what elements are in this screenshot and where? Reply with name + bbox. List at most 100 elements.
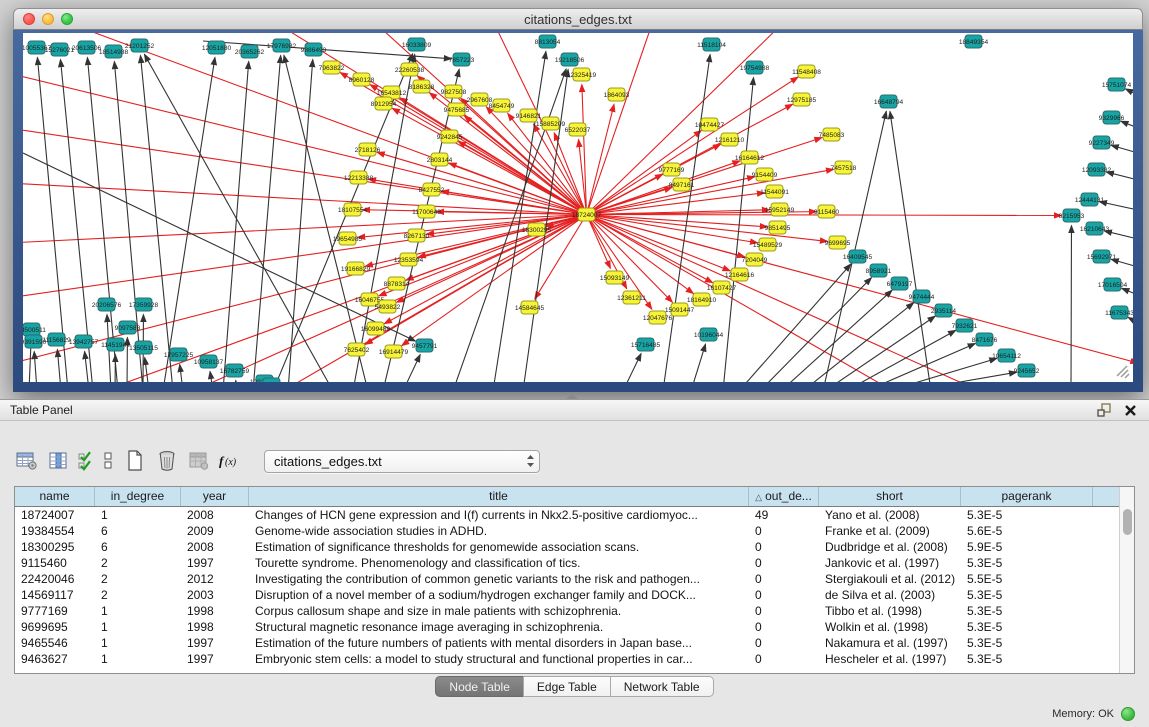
graph-node[interactable]: 7857223: [449, 53, 475, 66]
column-header-short[interactable]: short: [819, 487, 961, 506]
graph-node[interactable]: 12093382: [1082, 163, 1112, 176]
graph-node[interactable]: 16033809: [402, 38, 432, 51]
graph-node[interactable]: 16210643: [1080, 222, 1110, 235]
table-row[interactable]: 1938455462009Genome-wide association stu…: [15, 523, 1134, 539]
graph-node[interactable]: 9851495: [765, 221, 791, 234]
graph-node[interactable]: 2718126: [355, 143, 381, 156]
graph-node[interactable]: 19754988: [740, 61, 770, 74]
graph-node[interactable]: 12325419: [567, 68, 597, 81]
column-header-in_degree[interactable]: in_degree: [95, 487, 181, 506]
table-scrollbar-thumb[interactable]: [1123, 509, 1132, 535]
select-all-icon[interactable]: [78, 448, 94, 474]
column-header-name[interactable]: name: [15, 487, 95, 506]
column-header-out_degree[interactable]: △out_de...: [749, 487, 819, 506]
close-panel-icon[interactable]: [1121, 402, 1139, 418]
graph-node[interactable]: 15489529: [753, 238, 783, 251]
graph-node[interactable]: 15692971: [1087, 250, 1117, 263]
column-header-pagerank[interactable]: pagerank: [961, 487, 1093, 506]
graph-node[interactable]: 9115460: [814, 205, 840, 218]
graph-node[interactable]: 22260538: [395, 63, 425, 76]
graph-node[interactable]: 7485083: [819, 128, 845, 141]
float-panel-icon[interactable]: [1095, 402, 1113, 418]
graph-node[interactable]: 9474444: [909, 290, 935, 303]
graph-node[interactable]: 9699695: [825, 236, 851, 249]
graph-node[interactable]: 13505115: [129, 341, 158, 354]
table-row[interactable]: 977716911998Corpus callosum shape and si…: [15, 603, 1134, 619]
canvas-resize-grip[interactable]: [1117, 366, 1129, 378]
table-scrollbar[interactable]: [1119, 487, 1134, 673]
tab-node-table[interactable]: Node Table: [435, 676, 524, 697]
graph-node[interactable]: 12361211: [617, 291, 646, 304]
function-builder-icon[interactable]: f (x): [218, 448, 244, 474]
graph-node[interactable]: 20206576: [92, 298, 122, 311]
graph-node[interactable]: 9329966: [1099, 111, 1125, 124]
graph-node[interactable]: 8186328: [409, 80, 435, 93]
graph-node[interactable]: 14584645: [515, 301, 545, 314]
graph-node[interactable]: 8427552: [419, 183, 445, 196]
tab-edge-table[interactable]: Edge Table: [523, 676, 611, 697]
graph-node[interactable]: 9886493: [301, 43, 327, 56]
graph-node[interactable]: 10196044: [694, 328, 724, 341]
show-columns-icon[interactable]: [46, 448, 72, 474]
graph-node[interactable]: 9227349: [1089, 136, 1115, 149]
graph-node[interactable]: 16164612: [735, 151, 765, 164]
graph-node[interactable]: 16914479: [379, 345, 409, 358]
graph-node[interactable]: 18107554: [338, 203, 368, 216]
table-row[interactable]: 911546021997Tourette syndrome. Phenomeno…: [15, 555, 1134, 571]
graph-node[interactable]: 11156829: [42, 333, 71, 346]
graph-node[interactable]: 17976982: [267, 39, 297, 52]
graph-node[interactable]: 8215953: [1059, 209, 1085, 222]
table-row[interactable]: 946554611997Estimation of the future num…: [15, 635, 1134, 651]
table-row[interactable]: 1456911722003Disruption of a novel membe…: [15, 587, 1134, 603]
column-header-title[interactable]: title: [249, 487, 749, 506]
graph-node[interactable]: 11548408: [792, 65, 821, 78]
graph-node[interactable]: 11518104: [697, 38, 726, 51]
graph-node[interactable]: 10958137: [194, 355, 224, 368]
tab-network-table[interactable]: Network Table: [610, 676, 714, 697]
table-source-dropdown[interactable]: citations_edges.txt: [264, 450, 540, 473]
graph-node[interactable]: 9154409: [752, 168, 778, 181]
graph-node[interactable]: 20365262: [235, 45, 265, 58]
table-row[interactable]: 946362711997Embryonic stem cells: a mode…: [15, 651, 1134, 667]
graph-node[interactable]: 13942757: [69, 335, 99, 348]
graph-node[interactable]: 16409545: [843, 250, 873, 263]
graph-node[interactable]: 12353594: [394, 253, 424, 266]
graph-node[interactable]: 13500511: [23, 323, 46, 336]
column-header-year[interactable]: year: [181, 487, 249, 506]
new-table-icon[interactable]: [122, 448, 148, 474]
memory-status-icon[interactable]: [1121, 707, 1135, 721]
table-row[interactable]: 1872400712008Changes of HCN gene express…: [15, 507, 1134, 523]
graph-node[interactable]: 7204049: [742, 253, 768, 266]
graph-node[interactable]: 20613506: [72, 41, 102, 54]
graph-node[interactable]: 12975185: [787, 93, 817, 106]
graph-node[interactable]: 6522037: [565, 123, 591, 136]
network-window-titlebar[interactable]: citations_edges.txt: [13, 8, 1143, 30]
graph-node[interactable]: 9245652: [1014, 364, 1040, 377]
graph-node[interactable]: 11451944: [101, 338, 130, 351]
graph-node[interactable]: 2935114: [931, 304, 957, 317]
graph-node[interactable]: 8454749: [489, 99, 515, 112]
graph-node[interactable]: 16648794: [874, 95, 904, 108]
graph-node[interactable]: 15952149: [765, 203, 795, 216]
table-row[interactable]: 1830029562008Estimation of significance …: [15, 539, 1134, 555]
graph-node[interactable]: 19166829: [341, 262, 371, 275]
graph-node[interactable]: 12444131: [1075, 193, 1105, 206]
rows-icon[interactable]: [100, 448, 116, 474]
delete-table-icon[interactable]: [154, 448, 180, 474]
graph-node[interactable]: 17359928: [129, 298, 159, 311]
graph-node[interactable]: 19654985: [333, 232, 363, 245]
graph-node[interactable]: 11675343: [1105, 306, 1133, 319]
graph-node[interactable]: 8813054: [535, 35, 561, 48]
graph-node[interactable]: 15716485: [631, 338, 661, 351]
panel-resize-grip[interactable]: [566, 394, 578, 399]
graph-node[interactable]: 9827508: [441, 85, 467, 98]
graph-node[interactable]: 7457518: [831, 161, 857, 174]
graph-node[interactable]: 8878314: [384, 277, 410, 290]
graph-node[interactable]: 18849354: [959, 35, 989, 48]
graph-node[interactable]: 6479197: [887, 277, 913, 290]
graph-node[interactable]: 15093149: [600, 271, 630, 284]
table-row[interactable]: 969969511998Structural magnetic resonanc…: [15, 619, 1134, 635]
network-canvas[interactable]: 1872400718300295222605381654381281863289…: [23, 33, 1133, 382]
table-row[interactable]: 2242004622012Investigating the contribut…: [15, 571, 1134, 587]
graph-node[interactable]: 8958921: [866, 264, 892, 277]
